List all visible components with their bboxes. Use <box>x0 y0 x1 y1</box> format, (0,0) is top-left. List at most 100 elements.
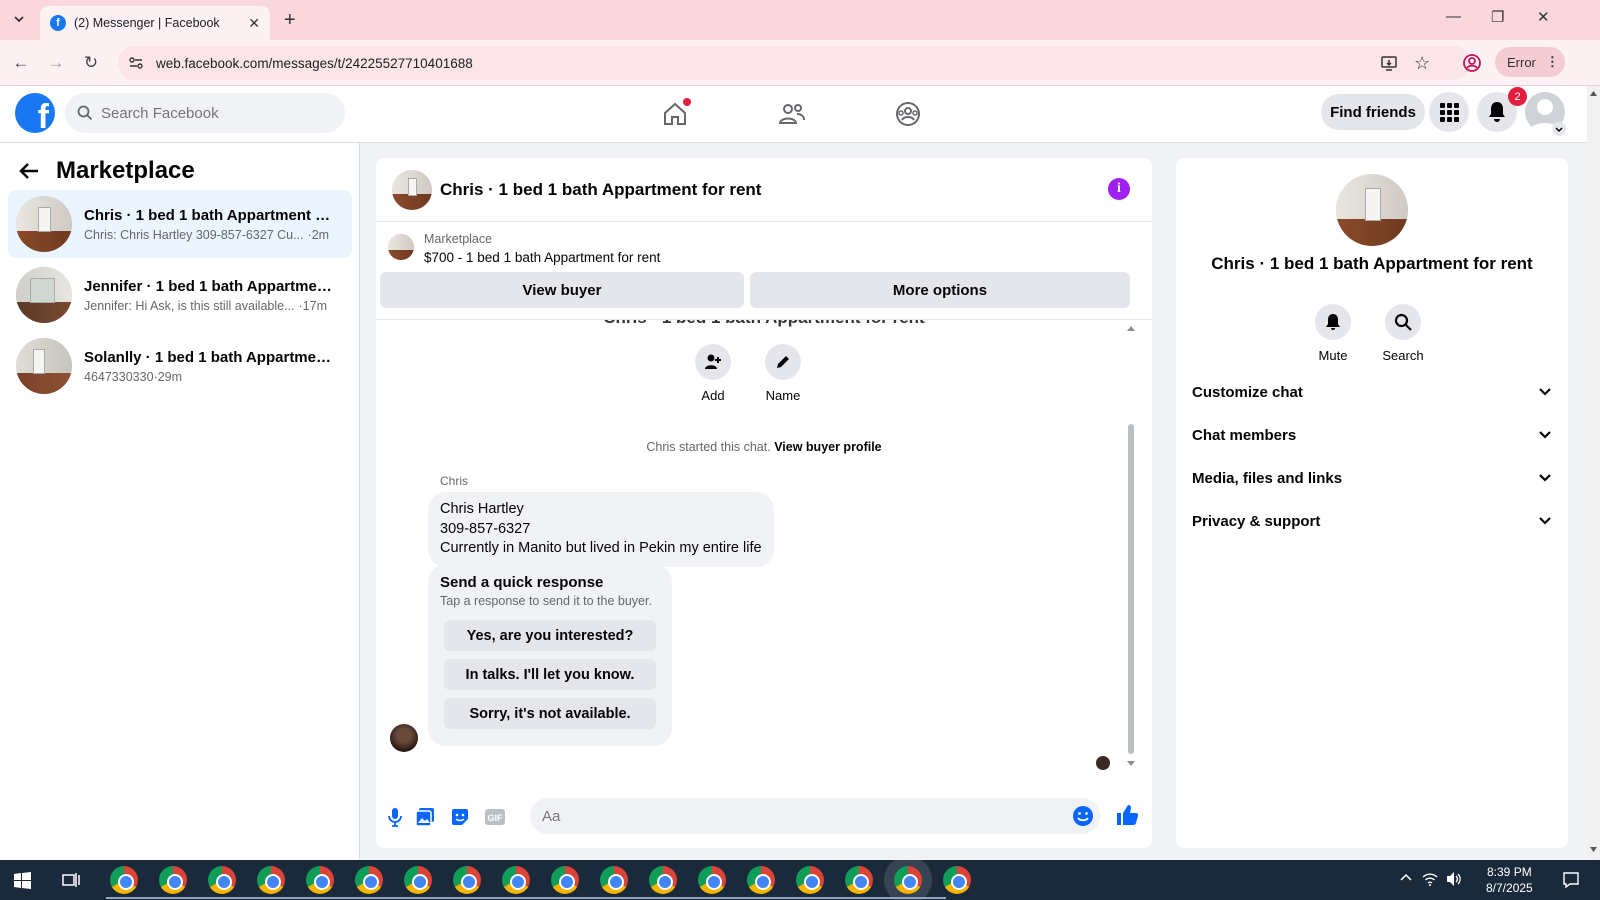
chrome-taskbar-icon-active[interactable] <box>894 866 922 894</box>
close-tab-icon[interactable]: ✕ <box>248 15 260 32</box>
chrome-taskbar-icon[interactable] <box>502 866 530 894</box>
scroll-down-arrow-icon[interactable] <box>1126 760 1136 768</box>
attach-media-button[interactable] <box>414 806 436 828</box>
chrome-taskbar-icon[interactable] <box>110 866 138 894</box>
chrome-taskbar-icon[interactable] <box>404 866 432 894</box>
search-input[interactable] <box>101 104 321 122</box>
scroll-up-arrow-icon[interactable] <box>1126 324 1136 332</box>
menu-button[interactable] <box>1429 92 1469 132</box>
emoji-icon[interactable] <box>1072 805 1094 827</box>
voice-clip-button[interactable] <box>384 806 406 828</box>
back-arrow-icon[interactable] <box>18 161 40 181</box>
site-info-icon[interactable] <box>128 55 144 71</box>
show-hidden-icons-icon[interactable] <box>1400 873 1412 881</box>
chat-members-row[interactable]: Chat members <box>1192 415 1552 455</box>
message-input-box[interactable] <box>530 798 1100 834</box>
page-scrollbar[interactable] <box>1587 86 1600 860</box>
add-people-button[interactable]: Add <box>678 344 748 403</box>
conversation-item-chris[interactable]: Chris · 1 bed 1 bath Appartment fo... Ch… <box>8 190 352 258</box>
chrome-taskbar-icon[interactable] <box>355 866 383 894</box>
view-buyer-profile-link[interactable]: View buyer profile <box>774 440 881 454</box>
name-chat-button[interactable]: Name <box>748 344 818 403</box>
chrome-taskbar-icon[interactable] <box>747 866 775 894</box>
scroll-thumb[interactable] <box>1128 424 1134 754</box>
details-title: Chris · 1 bed 1 bath Appartment for rent <box>1211 254 1533 273</box>
close-window-button[interactable]: ✕ <box>1537 8 1550 26</box>
privacy-support-row[interactable]: Privacy & support <box>1192 501 1552 541</box>
chrome-taskbar-icon[interactable] <box>306 866 334 894</box>
like-button[interactable] <box>1114 802 1140 828</box>
new-activity-dot <box>683 98 691 106</box>
chrome-taskbar-icon[interactable] <box>208 866 236 894</box>
notification-center-icon[interactable] <box>1562 871 1580 889</box>
thumbs-up-icon <box>1117 805 1139 825</box>
back-button[interactable]: ← <box>10 52 32 74</box>
chat-title[interactable]: Chris · 1 bed 1 bath Appartment for rent <box>440 180 761 200</box>
sender-avatar[interactable] <box>390 724 418 752</box>
new-tab-button[interactable]: + <box>284 9 296 32</box>
reload-button[interactable]: ↻ <box>80 52 102 74</box>
conversation-list: Marketplace Chris · 1 bed 1 bath Appartm… <box>0 143 360 860</box>
chat-thumbnail[interactable] <box>392 169 432 210</box>
chrome-taskbar-icon[interactable] <box>796 866 824 894</box>
message-input[interactable] <box>542 807 1042 825</box>
facebook-logo[interactable]: f <box>15 93 55 133</box>
media-files-links-row[interactable]: Media, files and links <box>1192 458 1552 498</box>
error-button[interactable]: Error ⋮ <box>1495 47 1565 77</box>
bookmark-star-icon[interactable]: ☆ <box>1414 53 1430 74</box>
account-chevron-icon[interactable] <box>1552 122 1566 136</box>
notification-badge: 2 <box>1508 87 1527 106</box>
mute-button[interactable]: Mute <box>1298 304 1368 363</box>
chrome-taskbar-icon[interactable] <box>649 866 677 894</box>
thread-scrollbar[interactable] <box>1126 324 1136 770</box>
groups-nav-button[interactable] <box>888 94 928 134</box>
quick-response-button[interactable]: In talks. I'll let you know. <box>444 659 656 690</box>
message-composer: GIF <box>376 782 1152 848</box>
quick-response-button[interactable]: Sorry, it's not available. <box>444 698 656 729</box>
install-app-icon[interactable] <box>1380 54 1398 72</box>
chrome-taskbar-icon[interactable] <box>698 866 726 894</box>
wifi-icon[interactable] <box>1422 871 1438 887</box>
customize-chat-row[interactable]: Customize chat <box>1192 372 1552 412</box>
friends-nav-button[interactable] <box>772 94 812 134</box>
chrome-taskbar-icon[interactable] <box>159 866 187 894</box>
chrome-taskbar-icon[interactable] <box>943 866 971 894</box>
search-box[interactable] <box>65 93 345 133</box>
find-friends-button[interactable]: Find friends <box>1321 94 1425 130</box>
message-bubble[interactable]: Chris Hartley 309-857-6327 Currently in … <box>428 492 774 567</box>
message-thread[interactable]: Chris · 1 bed 1 bath Appartment for rent… <box>376 320 1152 782</box>
windows-taskbar: 8:39 PM 8/7/2025 <box>0 860 1600 900</box>
info-icon[interactable]: i <box>1108 178 1130 200</box>
forward-button[interactable]: → <box>45 52 67 74</box>
sticker-button[interactable] <box>449 806 471 828</box>
system-clock[interactable]: 8:39 PM 8/7/2025 <box>1486 864 1533 896</box>
chrome-taskbar-icon[interactable] <box>257 866 285 894</box>
quick-response-button[interactable]: Yes, are you interested? <box>444 620 656 651</box>
search-conversation-button[interactable]: Search <box>1368 304 1438 363</box>
chrome-taskbar-icon[interactable] <box>845 866 873 894</box>
conversation-time: ·29m <box>153 369 183 384</box>
facebook-favicon-icon: f <box>50 15 66 31</box>
minimize-button[interactable]: — <box>1446 8 1461 25</box>
windows-start-icon[interactable] <box>14 872 31 889</box>
profile-icon[interactable] <box>1462 53 1482 73</box>
chrome-taskbar-icon[interactable] <box>551 866 579 894</box>
url-omnibox[interactable]: web.facebook.com/messages/t/242255277104… <box>118 46 1470 80</box>
scroll-down-arrow-icon[interactable] <box>1589 846 1598 853</box>
view-buyer-button[interactable]: View buyer <box>380 272 744 308</box>
conversation-item-jennifer[interactable]: Jennifer · 1 bed 1 bath Appartment... Je… <box>8 261 352 329</box>
task-view-icon[interactable] <box>62 872 80 888</box>
conversation-item-solanlly[interactable]: Solanlly · 1 bed 1 bath Appartment... 46… <box>8 332 352 400</box>
more-options-button[interactable]: More options <box>750 272 1130 308</box>
volume-icon[interactable] <box>1446 871 1462 887</box>
gif-button[interactable]: GIF <box>484 806 506 828</box>
tab-search-button[interactable] <box>8 8 30 30</box>
listing-price-title[interactable]: $700 - 1 bed 1 bath Appartment for rent <box>424 250 660 265</box>
chrome-taskbar-icon[interactable] <box>453 866 481 894</box>
browser-tab[interactable]: f (2) Messenger | Facebook ✕ <box>40 6 270 40</box>
home-nav-button[interactable] <box>655 94 695 134</box>
scroll-up-arrow-icon[interactable] <box>1589 90 1598 97</box>
maximize-button[interactable]: ❐ <box>1491 8 1504 26</box>
url-text: web.facebook.com/messages/t/242255277104… <box>156 55 473 71</box>
chrome-taskbar-icon[interactable] <box>600 866 628 894</box>
